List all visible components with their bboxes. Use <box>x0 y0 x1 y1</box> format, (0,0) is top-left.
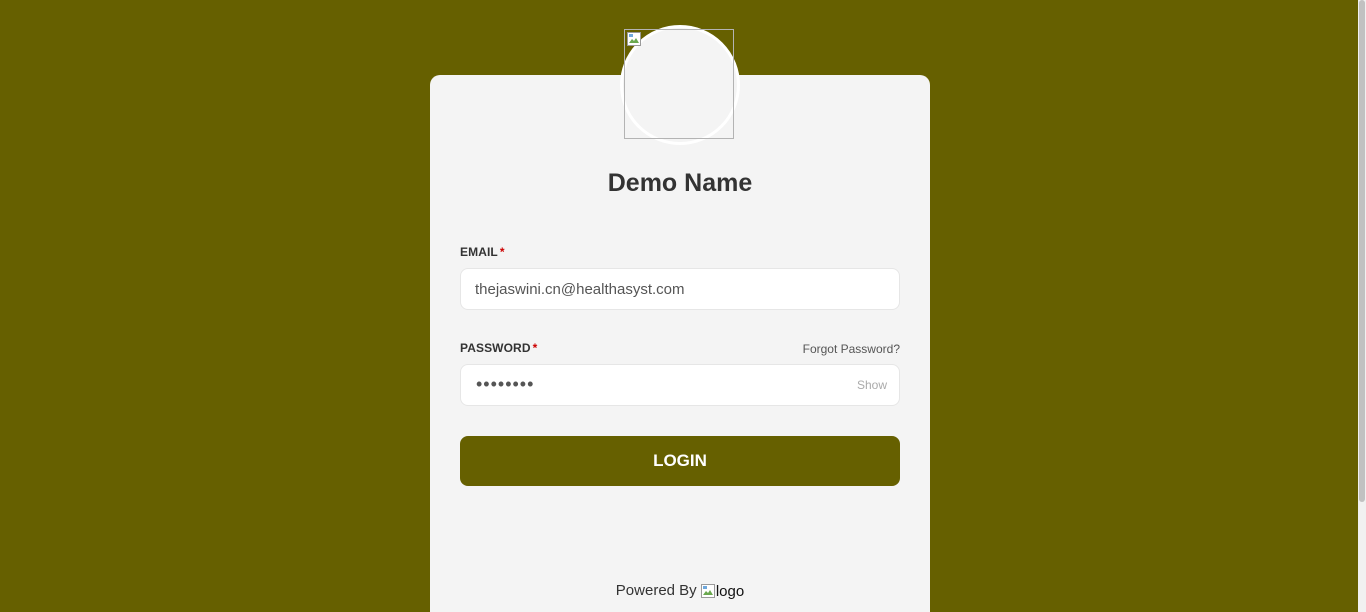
email-required-mark: * <box>499 245 505 259</box>
scrollbar-thumb[interactable] <box>1359 0 1365 502</box>
login-page: Demo Name EMAIL* PASSWORD* Forgot Passwo… <box>0 0 1366 612</box>
password-label: PASSWORD * <box>460 341 537 355</box>
password-required-mark: * <box>532 341 538 355</box>
password-input[interactable]: •••••••• <box>476 374 534 395</box>
email-input[interactable] <box>461 269 849 309</box>
password-label-text: PASSWORD <box>460 341 531 355</box>
page-scrollbar[interactable] <box>1358 0 1366 612</box>
password-field[interactable]: •••••••• Show <box>460 364 900 406</box>
powered-by: Powered By logo <box>430 582 930 600</box>
login-button[interactable]: LOGIN <box>460 436 900 486</box>
logo-alt-text: logo <box>715 582 745 600</box>
forgot-password-link[interactable]: Forgot Password? <box>803 342 900 356</box>
show-password-toggle[interactable]: Show <box>857 378 887 392</box>
org-avatar <box>620 25 740 145</box>
avatar-image-frame <box>624 29 734 139</box>
broken-image-icon <box>627 32 641 46</box>
email-label-text: EMAIL <box>460 245 498 259</box>
email-label: EMAIL * <box>460 245 505 259</box>
powered-by-logo: logo <box>700 582 745 600</box>
org-name-title: Demo Name <box>607 169 753 197</box>
powered-by-label: Powered By <box>615 582 697 599</box>
broken-image-icon <box>700 584 715 599</box>
email-field[interactable] <box>460 268 900 310</box>
